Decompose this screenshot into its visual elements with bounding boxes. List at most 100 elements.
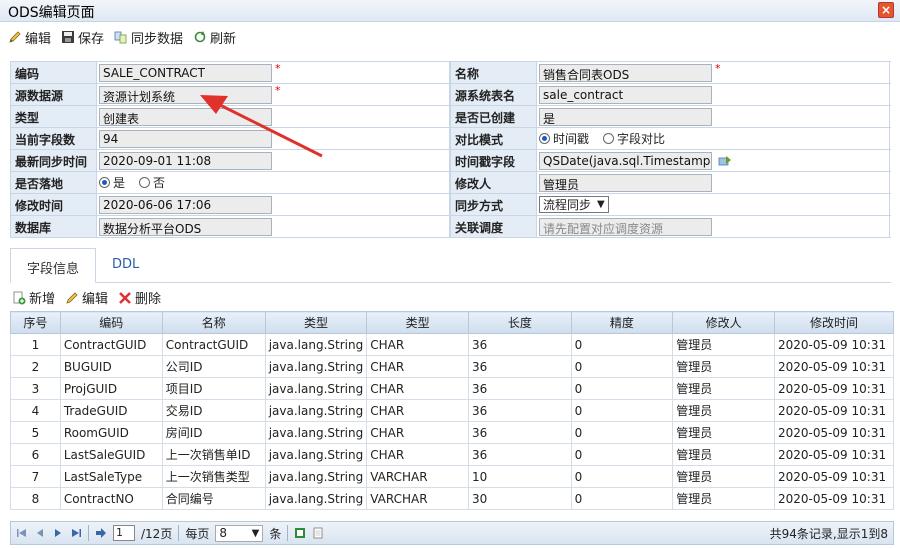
- table-cell: 36: [468, 333, 572, 356]
- refresh-button[interactable]: 刷新: [193, 28, 236, 47]
- table-row[interactable]: 4 TradeGUID 交易ID java.lang.String CHAR 36 0 管理员…: [10, 399, 895, 422]
- table-cell: 管理员: [672, 333, 775, 356]
- table-cell: 2020-05-09 10:31: [773, 487, 895, 510]
- compare-timestamp-radio[interactable]: 时间戳: [539, 130, 589, 147]
- column-header[interactable]: 类型: [366, 311, 470, 334]
- delete-label: 删除: [135, 292, 162, 307]
- table-cell: 2020-05-09 10:31: [773, 333, 895, 356]
- datasource-label: 源数据源: [10, 84, 97, 105]
- schedule-field[interactable]: 请先配置对应调度资源: [539, 217, 712, 236]
- modifier-label: 修改人: [450, 172, 537, 193]
- landing-label: 是否落地: [10, 172, 97, 193]
- table-cell: 交易ID: [161, 399, 266, 422]
- last-page-icon[interactable]: [70, 527, 82, 539]
- prev-page-icon[interactable]: [34, 527, 46, 539]
- created-field[interactable]: 是: [539, 107, 712, 126]
- required-mark: *: [275, 84, 281, 97]
- table-cell: ContractGUID: [161, 333, 266, 356]
- landing-yes-radio[interactable]: 是: [99, 174, 125, 191]
- table-cell: 0: [570, 443, 674, 466]
- table-cell: 3: [10, 377, 61, 400]
- modify-time-field[interactable]: 2020-06-06 17:06: [99, 195, 272, 214]
- per-page-unit: 条: [269, 526, 282, 541]
- window-title: ODS编辑页面: [8, 5, 95, 21]
- table-cell: 36: [468, 443, 572, 466]
- required-mark: *: [275, 62, 281, 75]
- table-cell: 2020-05-09 10:31: [773, 399, 895, 422]
- sync-mode-select[interactable]: 流程同步 ▼: [539, 196, 609, 213]
- column-header[interactable]: 名称: [161, 311, 266, 334]
- sync-mode-label: 同步方式: [450, 194, 537, 215]
- export-excel-icon[interactable]: [294, 527, 306, 539]
- table-cell: java.lang.String: [264, 443, 368, 466]
- created-label: 是否已创建: [450, 106, 537, 127]
- tab-bar: 字段信息 DDL: [10, 248, 891, 283]
- table-row[interactable]: 8 ContractNO 合同编号 java.lang.String VARCHAR 30…: [10, 487, 895, 510]
- column-header[interactable]: 精度: [570, 311, 674, 334]
- code-field[interactable]: SALE_CONTRACT: [99, 63, 272, 82]
- divider: [287, 525, 289, 541]
- column-header[interactable]: 修改时间: [773, 311, 895, 334]
- table-header-row: 序号 编码 名称 类型 类型 长度 精度 修改人 修改时间: [10, 311, 895, 334]
- grid-toolbar: 新增 编辑 删除: [12, 288, 161, 307]
- save-button[interactable]: 保存: [61, 28, 104, 47]
- table-cell: 管理员: [672, 399, 775, 422]
- datasource-field[interactable]: 资源计划系统: [99, 85, 272, 104]
- timestamp-field[interactable]: QSDate(java.sql.Timestamp): [539, 151, 712, 170]
- divider: [88, 525, 89, 541]
- column-header[interactable]: 编码: [59, 311, 163, 334]
- table-cell: 管理员: [672, 355, 775, 378]
- edit-button[interactable]: 编辑: [8, 28, 51, 47]
- next-page-icon[interactable]: [52, 527, 64, 539]
- form-row: 修改时间 2020-06-06 17:06 同步方式 流程同步 ▼: [10, 194, 891, 216]
- close-button[interactable]: ×: [878, 2, 894, 18]
- table-cell: 0: [570, 399, 674, 422]
- table-row[interactable]: 5 RoomGUID 房间ID java.lang.String CHAR 36 0 管理员 2…: [10, 421, 895, 444]
- tab-field-info[interactable]: 字段信息: [10, 248, 97, 283]
- field-count-field[interactable]: 94: [99, 129, 272, 148]
- grid-edit-button[interactable]: 编辑: [65, 288, 108, 307]
- field-count-label: 当前字段数: [10, 128, 97, 149]
- tab-ddl[interactable]: DDL: [96, 248, 155, 282]
- database-field[interactable]: 数据分析平台ODS: [99, 217, 272, 236]
- table-cell: 管理员: [672, 465, 775, 488]
- per-page-select[interactable]: 8 ▼: [215, 524, 264, 542]
- table-cell: java.lang.String: [264, 465, 368, 488]
- table-row[interactable]: 3 ProjGUID 项目ID java.lang.String CHAR 36 0 管理员 2…: [10, 377, 895, 400]
- form-row: 源数据源 资源计划系统 * 源系统表名 sale_contract: [10, 84, 891, 106]
- export-doc-icon[interactable]: [312, 527, 324, 539]
- table-cell: 0: [570, 377, 674, 400]
- column-header[interactable]: 长度: [468, 311, 572, 334]
- table-cell: 管理员: [672, 443, 775, 466]
- sync-icon: [114, 30, 128, 44]
- lookup-icon[interactable]: [718, 154, 732, 168]
- table-cell: 36: [468, 421, 572, 444]
- column-header[interactable]: 类型: [264, 311, 368, 334]
- modifier-field[interactable]: 管理员: [539, 173, 712, 192]
- table-row[interactable]: 2 BUGUID 公司ID java.lang.String CHAR 36 0 管理员 202…: [10, 355, 895, 378]
- src-table-field[interactable]: sale_contract: [539, 85, 712, 104]
- name-field[interactable]: 销售合同表ODS: [539, 63, 712, 82]
- table-row[interactable]: 6 LastSaleGUID 上一次销售单ID java.lang.String CHA…: [10, 443, 895, 466]
- main-toolbar: 编辑 保存 同步数据 刷新: [0, 22, 900, 52]
- first-page-icon[interactable]: [16, 527, 28, 539]
- page-number-input[interactable]: 1: [113, 525, 135, 541]
- table-cell: LastSaleGUID: [59, 443, 163, 466]
- last-sync-field[interactable]: 2020-09-01 11:08: [99, 151, 272, 170]
- pagination-bar: 1 /12页 每页 8 ▼ 条 共94条记录,显示1到8: [10, 521, 894, 545]
- add-button[interactable]: 新增: [12, 288, 55, 307]
- table-cell: 2020-05-09 10:31: [773, 377, 895, 400]
- goto-arrow-icon[interactable]: [95, 527, 107, 539]
- landing-no-radio[interactable]: 否: [139, 174, 165, 191]
- table-row[interactable]: 1 ContractGUID ContractGUID java.lang.Strin…: [10, 333, 895, 356]
- column-header[interactable]: 修改人: [672, 311, 775, 334]
- table-row[interactable]: 7 LastSaleType 上一次销售类型 java.lang.String VARC…: [10, 465, 895, 488]
- floppy-icon: [61, 30, 75, 44]
- compare-field-radio[interactable]: 字段对比: [603, 130, 665, 147]
- type-field[interactable]: 创建表: [99, 107, 272, 126]
- sync-data-button[interactable]: 同步数据: [114, 28, 183, 47]
- table-cell: java.lang.String: [264, 399, 368, 422]
- table-cell: 管理员: [672, 421, 775, 444]
- column-header[interactable]: 序号: [10, 311, 61, 334]
- delete-button[interactable]: 删除: [118, 288, 161, 307]
